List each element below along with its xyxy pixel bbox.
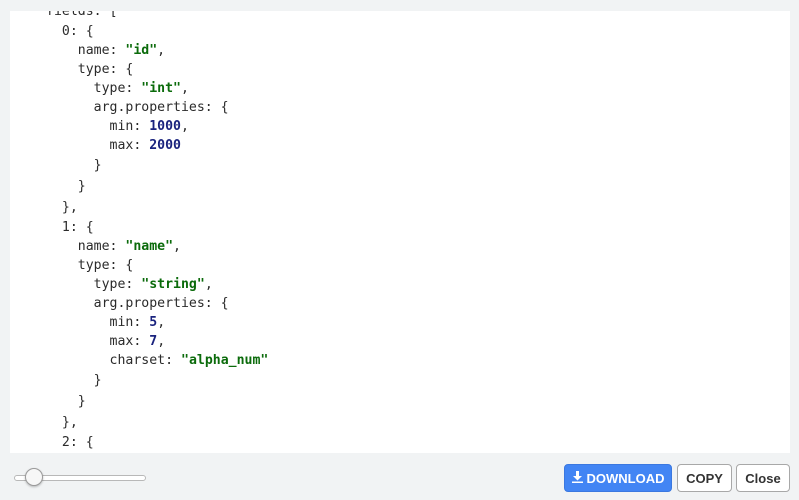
code-line: }	[46, 155, 268, 176]
type-value: "int"	[141, 81, 181, 96]
code-line: }	[46, 176, 268, 197]
code-line: }	[46, 370, 268, 391]
charset-key: charset:	[109, 353, 181, 368]
close-label: Close	[745, 470, 781, 486]
comma: ,	[157, 315, 166, 330]
type-type-key: type:	[93, 81, 142, 96]
name-key: name:	[77, 239, 126, 254]
type-key: type: {	[77, 62, 134, 77]
max-value: 2000	[149, 138, 181, 153]
min-value: 5	[149, 315, 158, 330]
json-code: fields: [ 0: { name: "id", type: { type:…	[46, 11, 268, 452]
min-key: min:	[109, 315, 150, 330]
code-line: },	[46, 412, 268, 433]
comma: ,	[157, 43, 166, 58]
fields-key: fields: [	[46, 11, 118, 19]
min-value: 1000	[149, 119, 181, 134]
code-line: 2: {	[46, 433, 268, 452]
field-index: 2: {	[61, 435, 94, 450]
close-brace: }	[77, 394, 86, 409]
code-line: fields: [	[46, 11, 268, 22]
copy-button[interactable]: COPY	[677, 464, 732, 492]
code-line: charset: "alpha_num"	[46, 351, 269, 370]
code-line: min: 1000,	[46, 117, 268, 136]
download-icon	[571, 470, 583, 486]
code-line: type: {	[46, 60, 268, 79]
code-line: },	[46, 197, 268, 218]
code-view[interactable]: fields: [ 0: { name: "id", type: { type:…	[10, 11, 790, 453]
comma: ,	[204, 277, 213, 292]
close-button[interactable]: Close	[736, 464, 790, 492]
charset-value: "alpha_num"	[181, 353, 269, 368]
arg-properties-key: arg.properties: {	[93, 296, 229, 311]
max-key: max:	[109, 138, 150, 153]
comma: ,	[181, 119, 189, 134]
min-key: min:	[109, 119, 150, 134]
name-key: name:	[77, 43, 126, 58]
code-line: max: 7,	[46, 332, 268, 351]
name-value: "id"	[125, 43, 158, 58]
copy-label: COPY	[686, 470, 723, 486]
code-line: type: "int",	[46, 79, 268, 98]
type-value: "string"	[141, 277, 205, 292]
zoom-slider-thumb[interactable]	[24, 468, 43, 486]
code-line: 1: {	[46, 218, 268, 237]
code-line: min: 5,	[46, 313, 268, 332]
download-label: DOWNLOAD	[586, 470, 665, 486]
close-brace: }	[93, 158, 102, 173]
code-line: }	[46, 391, 268, 412]
code-line: 0: {	[46, 22, 268, 41]
code-line: type: {	[46, 256, 268, 275]
close-brace: }	[93, 373, 102, 388]
close-brace: }	[77, 179, 86, 194]
name-value: "name"	[125, 239, 174, 254]
close-brace-comma: },	[61, 200, 78, 215]
max-value: 7	[149, 334, 158, 349]
field-index: 0: {	[61, 24, 94, 39]
code-line: arg.properties: {	[46, 294, 268, 313]
arg-properties-key: arg.properties: {	[93, 100, 229, 115]
code-line: max: 2000	[46, 136, 268, 155]
max-key: max:	[109, 334, 150, 349]
close-brace-comma: },	[61, 415, 78, 430]
code-line: arg.properties: {	[46, 98, 268, 117]
type-type-key: type:	[93, 277, 142, 292]
comma: ,	[173, 239, 181, 254]
comma: ,	[157, 334, 166, 349]
dialog-footer: DOWNLOAD COPY Close	[0, 453, 799, 500]
field-index: 1: {	[61, 220, 94, 235]
code-line: name: "id",	[46, 41, 268, 60]
code-line: type: "string",	[46, 275, 268, 294]
code-line: name: "name",	[46, 237, 268, 256]
comma: ,	[180, 81, 189, 96]
type-key: type: {	[77, 258, 134, 273]
download-button[interactable]: DOWNLOAD	[564, 464, 672, 492]
